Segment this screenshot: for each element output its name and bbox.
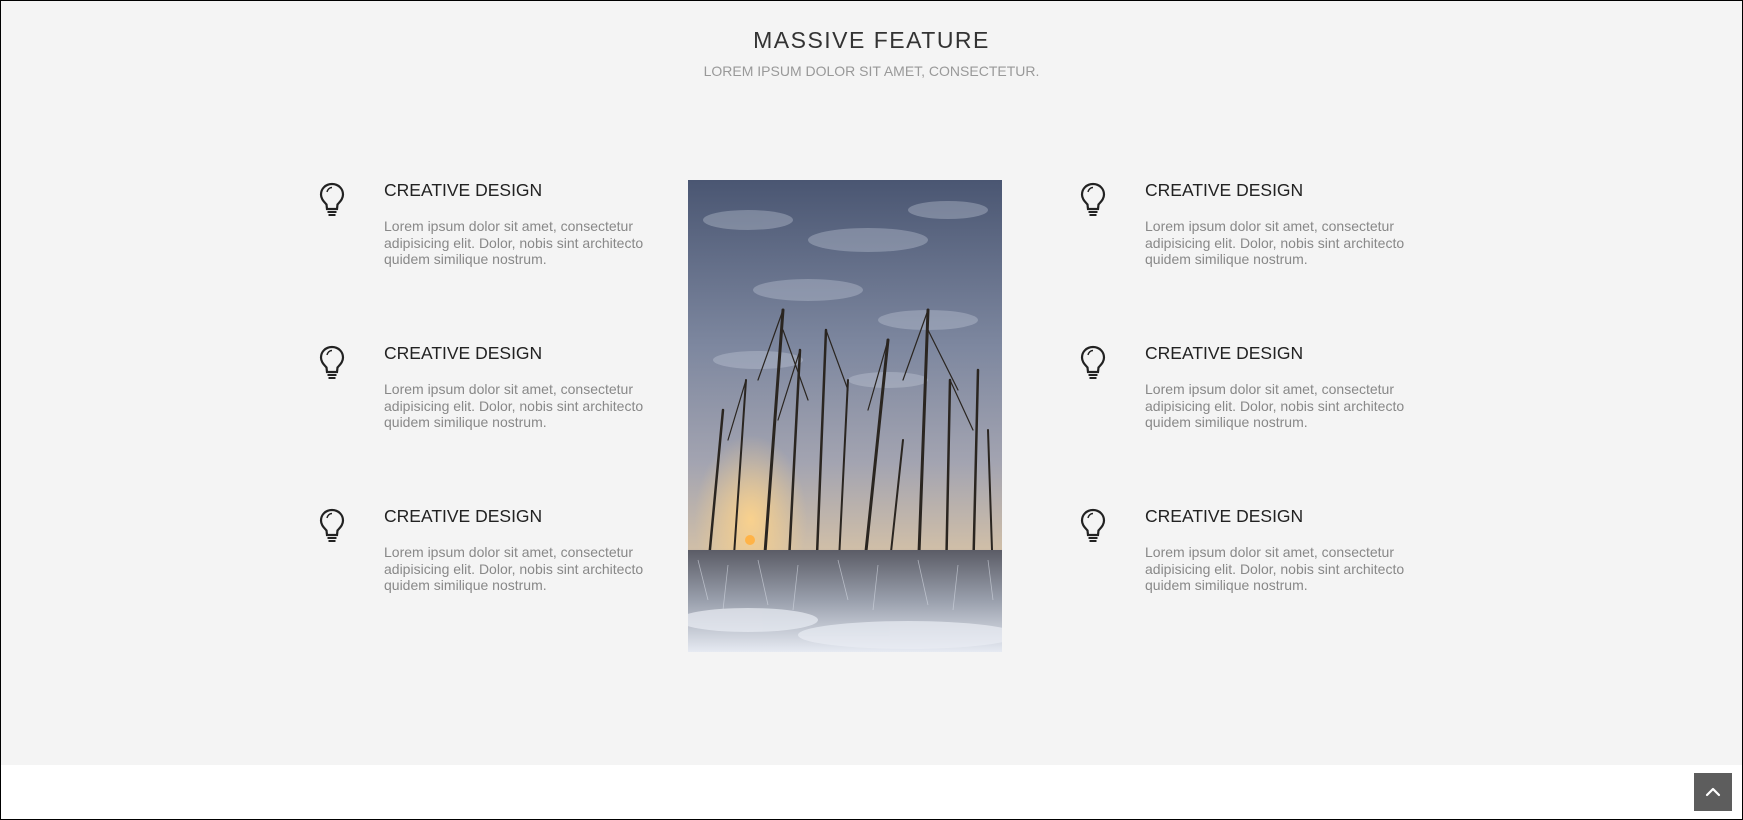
feature-description: Lorem ipsum dolor sit amet, consectetur … — [384, 544, 644, 593]
feature-description: Lorem ipsum dolor sit amet, consectetur … — [384, 381, 644, 430]
winter-trees-photo — [688, 180, 1002, 652]
scroll-to-top-button[interactable] — [1694, 773, 1732, 811]
lightbulb-icon — [319, 508, 345, 542]
lightbulb-icon — [1080, 182, 1106, 216]
lightbulb-icon — [1080, 345, 1106, 379]
lightbulb-icon — [319, 182, 345, 216]
section-subtitle: LOREM IPSUM DOLOR SIT AMET, CONSECTETUR. — [703, 63, 1040, 79]
feature-title: CREATIVE DESIGN — [1145, 506, 1304, 526]
feature-section: MASSIVE FEATURE LOREM IPSUM DOLOR SIT AM… — [1, 1, 1742, 765]
feature-title: CREATIVE DESIGN — [384, 180, 543, 200]
lightbulb-icon — [1080, 508, 1106, 542]
feature-description: Lorem ipsum dolor sit amet, consectetur … — [1145, 218, 1405, 267]
feature-title: CREATIVE DESIGN — [384, 343, 543, 363]
feature-title: CREATIVE DESIGN — [1145, 343, 1304, 363]
feature-description: Lorem ipsum dolor sit amet, consectetur … — [1145, 544, 1405, 593]
chevron-up-icon — [1705, 787, 1721, 797]
feature-title: CREATIVE DESIGN — [1145, 180, 1304, 200]
photo-graphic — [688, 180, 1002, 652]
section-title: MASSIVE FEATURE — [753, 27, 990, 53]
feature-title: CREATIVE DESIGN — [384, 506, 543, 526]
feature-description: Lorem ipsum dolor sit amet, consectetur … — [1145, 381, 1405, 430]
lightbulb-icon — [319, 345, 345, 379]
feature-description: Lorem ipsum dolor sit amet, consectetur … — [384, 218, 644, 267]
